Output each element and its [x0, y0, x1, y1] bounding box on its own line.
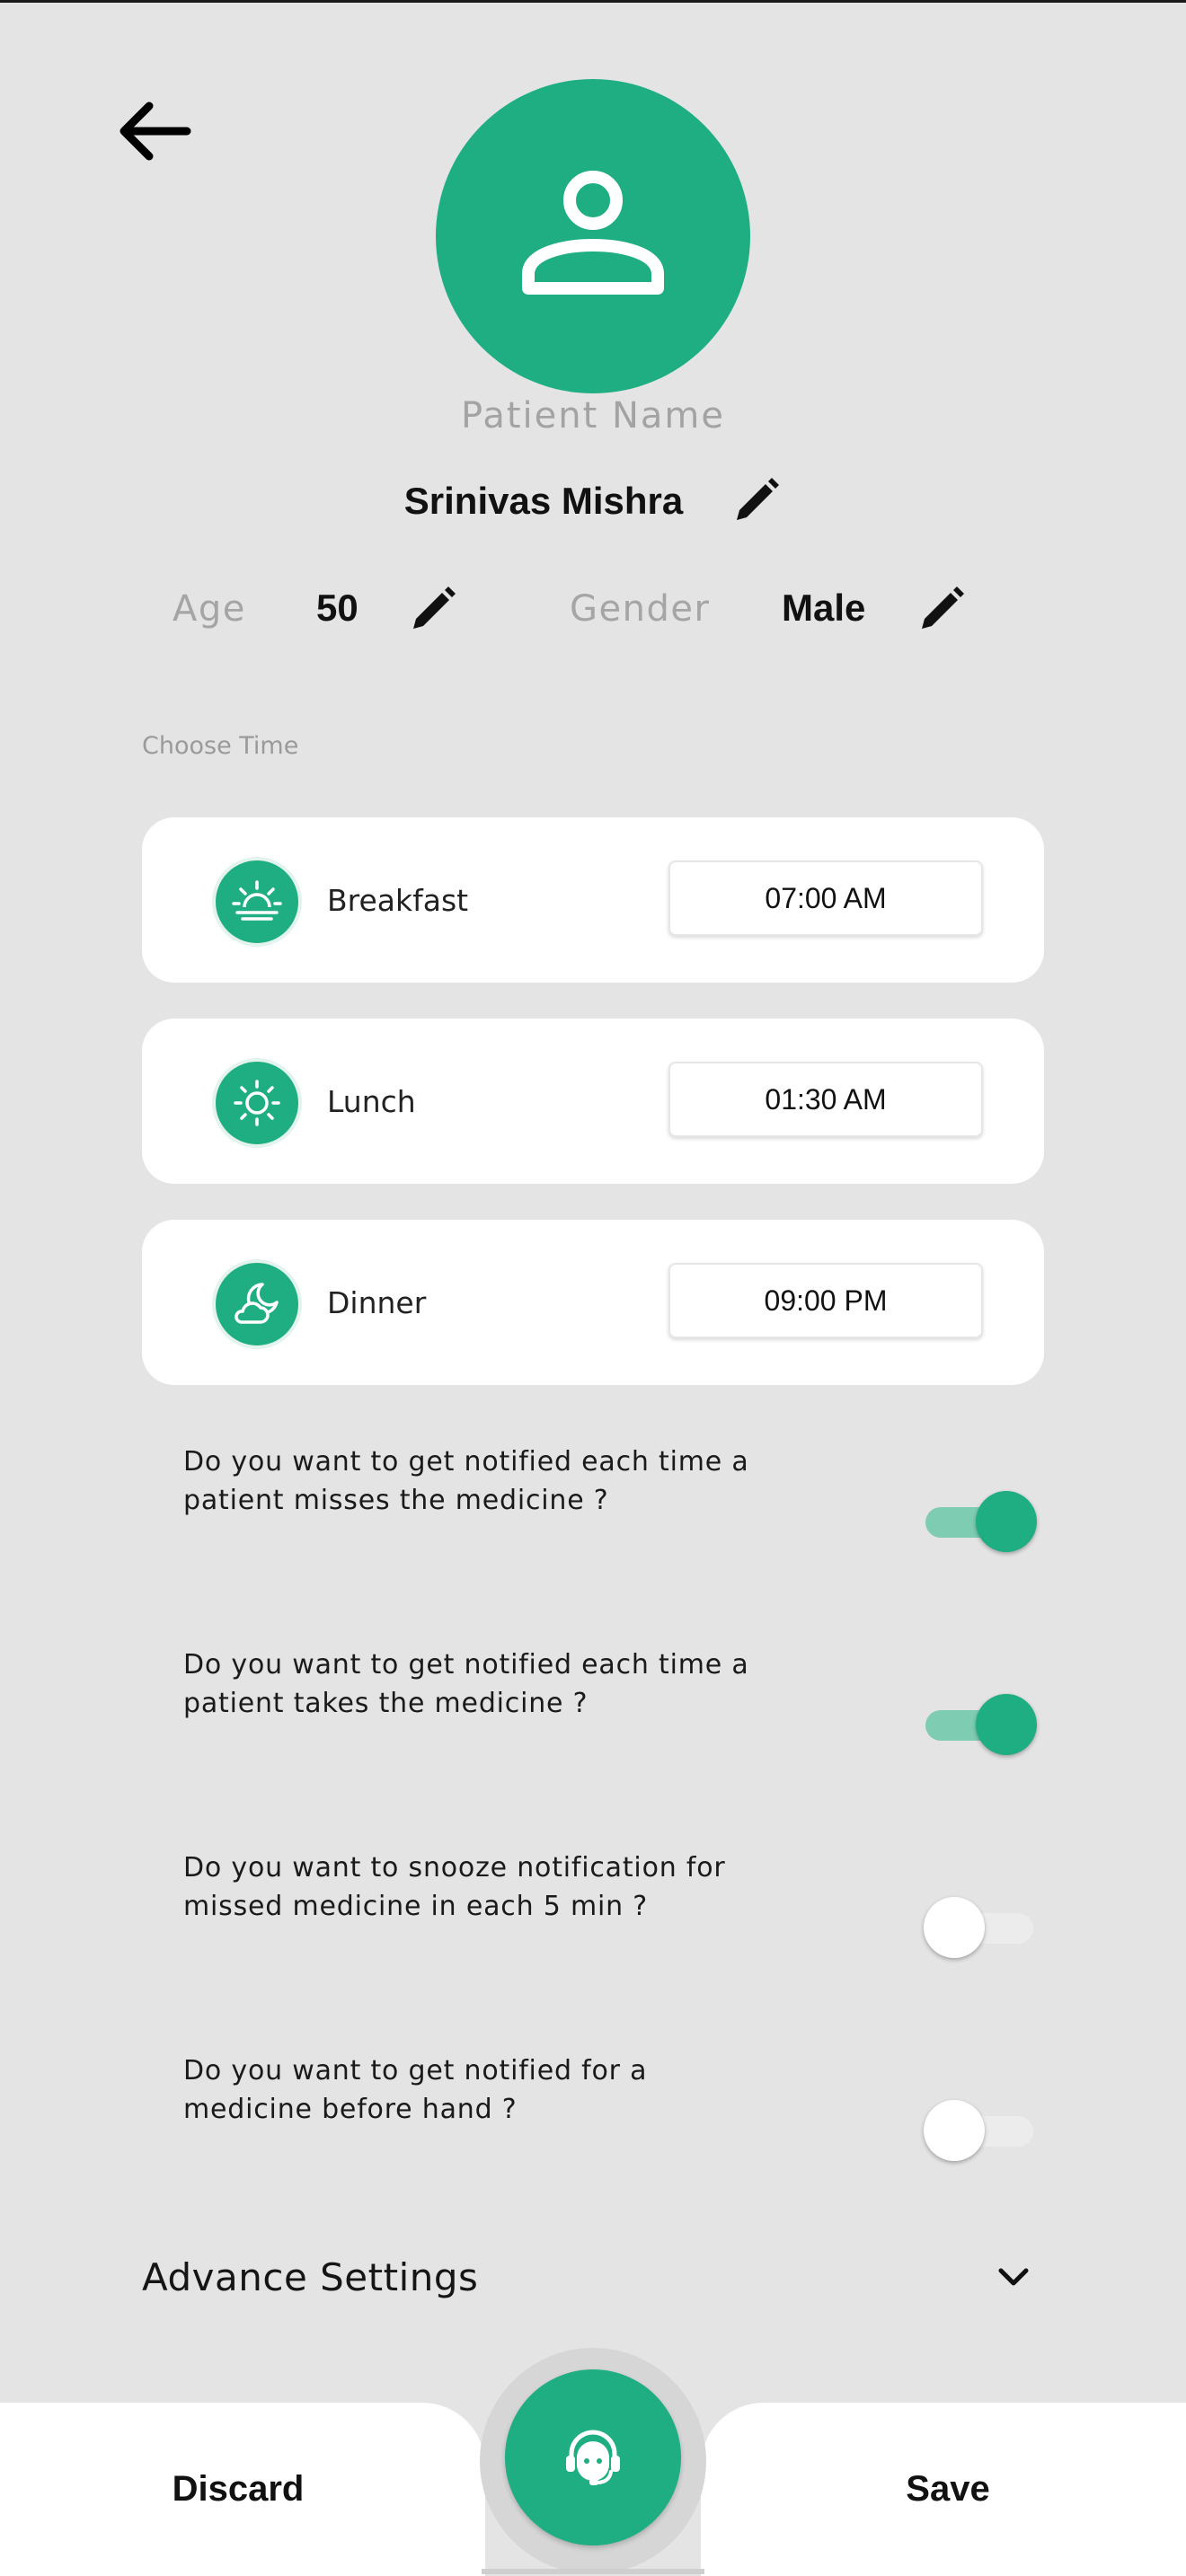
- age-value: 50: [316, 587, 358, 629]
- back-button[interactable]: [110, 86, 199, 176]
- question-line: Do you want to snooze notification for: [183, 1852, 726, 1883]
- gender-label: Gender: [570, 588, 711, 630]
- taken-medicine-toggle[interactable]: [924, 1692, 1040, 1755]
- advance-settings-row[interactable]: Advance Settings: [142, 2245, 1044, 2308]
- question-snooze: Do you want to snooze notification for m…: [183, 1848, 848, 1926]
- patient-name-label: Patient Name: [461, 395, 725, 437]
- advance-settings-label: Advance Settings: [142, 2254, 479, 2299]
- moon-cloud-icon: [212, 1259, 302, 1349]
- patient-name-row: Srinivas Mishra: [0, 474, 1186, 528]
- discard-button[interactable]: Discard: [117, 2403, 359, 2576]
- lunch-time-field[interactable]: 01:30 AM: [668, 1062, 983, 1137]
- meal-card-breakfast: Breakfast 07:00 AM: [142, 817, 1044, 983]
- question-line: missed medicine in each 5 min ?: [183, 1891, 648, 1922]
- sunrise-icon: [212, 857, 302, 947]
- question-line: medicine before hand ?: [183, 2094, 518, 2125]
- arrow-left-icon: [119, 101, 191, 161]
- save-button[interactable]: Save: [827, 2403, 1069, 2576]
- choose-time-label: Choose Time: [142, 732, 299, 760]
- edit-name-button[interactable]: [730, 475, 782, 527]
- sun-icon: [212, 1058, 302, 1148]
- question-beforehand: Do you want to get notified for a medici…: [183, 2051, 848, 2129]
- meal-label: Lunch: [327, 1083, 416, 1119]
- toggle-knob: [976, 1491, 1037, 1552]
- beforehand-toggle[interactable]: [924, 2098, 1040, 2161]
- question-line: Do you want to get notified each time a: [183, 1649, 749, 1681]
- toggle-knob: [924, 2100, 985, 2161]
- pencil-icon: [922, 587, 964, 629]
- support-agent-icon: [566, 2430, 620, 2485]
- chevron-down-icon: [998, 2268, 1029, 2286]
- age-label: Age: [173, 588, 246, 630]
- support-button[interactable]: [505, 2369, 681, 2545]
- meal-label: Dinner: [327, 1284, 427, 1320]
- gender-value: Male: [782, 587, 866, 629]
- pencil-icon: [737, 478, 780, 520]
- toggle-knob: [924, 1897, 985, 1958]
- pencil-icon: [413, 587, 456, 629]
- edit-gender-button[interactable]: [915, 584, 967, 636]
- missed-medicine-toggle[interactable]: [924, 1489, 1040, 1552]
- question-taken: Do you want to get notified each time a …: [183, 1645, 848, 1723]
- snooze-toggle[interactable]: [924, 1895, 1040, 1958]
- patient-name: Srinivas Mishra: [403, 480, 684, 522]
- question-line: Do you want to get notified each time a: [183, 1446, 749, 1478]
- toggle-knob: [976, 1694, 1037, 1755]
- person-icon: [522, 171, 664, 295]
- edit-age-button[interactable]: [406, 584, 458, 636]
- breakfast-time-field[interactable]: 07:00 AM: [668, 860, 983, 936]
- meal-card-dinner: Dinner 09:00 PM: [142, 1220, 1044, 1385]
- home-indicator: [482, 2569, 704, 2574]
- question-line: patient takes the medicine ?: [183, 1688, 589, 1719]
- meal-card-lunch: Lunch 01:30 AM: [142, 1019, 1044, 1184]
- question-missed: Do you want to get notified each time a …: [183, 1442, 848, 1520]
- meal-label: Breakfast: [327, 882, 469, 918]
- status-divider: [0, 0, 1186, 3]
- question-line: patient misses the medicine ?: [183, 1485, 609, 1516]
- avatar: [436, 79, 750, 393]
- dinner-time-field[interactable]: 09:00 PM: [668, 1263, 983, 1338]
- question-line: Do you want to get notified for a: [183, 2055, 648, 2086]
